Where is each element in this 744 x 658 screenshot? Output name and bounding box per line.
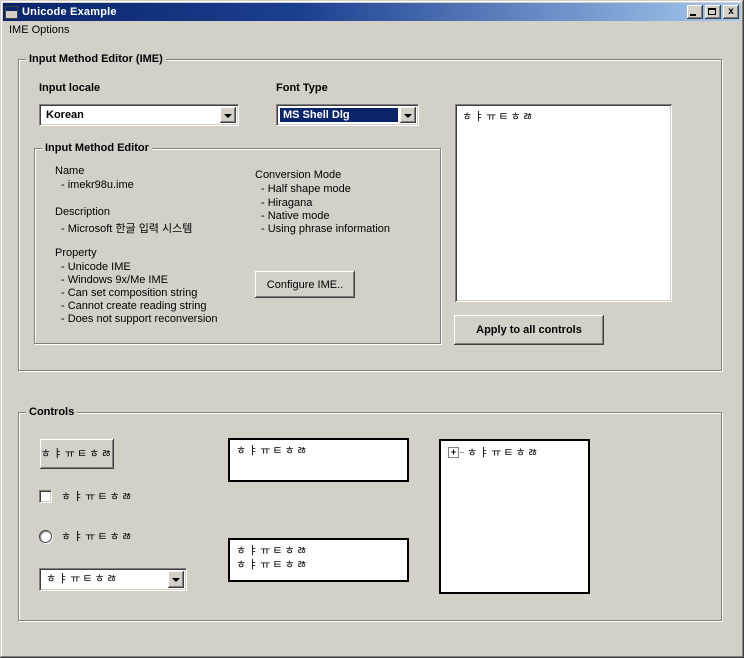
- sample-edit-single[interactable]: ㅎㅑㅠㅌㅎㅀ: [228, 438, 409, 482]
- property-item: - Can set composition string: [61, 287, 197, 299]
- conversion-mode-item: - Hiragana: [261, 197, 312, 209]
- close-icon: x: [723, 5, 739, 19]
- ime-preview-edit[interactable]: ㅎㅑㅠㅌㅎㅀ: [455, 104, 672, 302]
- chevron-down-icon: [404, 114, 412, 118]
- controls-groupbox: Controls ㅎㅑㅠㅌㅎㅀ ㅎㅑㅠㅌㅎㅀ ㅎㅑㅠㅌㅎㅀ ㅎㅑㅠㅌㅎㅀ ㅎㅑㅠ…: [18, 412, 722, 621]
- titlebar-buttons: x: [685, 5, 739, 19]
- title-bar[interactable]: Unicode Example x: [3, 3, 741, 21]
- sample-korean-button-label: ㅎㅑㅠㅌㅎㅀ: [41, 447, 114, 461]
- font-type-combobox[interactable]: MS Shell Dlg: [276, 104, 419, 126]
- description-label: Description: [55, 206, 110, 218]
- input-locale-label: Input locale: [39, 82, 100, 94]
- conversion-mode-item: - Half shape mode: [261, 183, 351, 195]
- font-type-value: MS Shell Dlg: [280, 108, 398, 122]
- tree-expand-icon[interactable]: +: [448, 447, 459, 458]
- sample-checkbox-label: ㅎㅑㅠㅌㅎㅀ: [61, 490, 134, 504]
- sample-combobox-dropdown-button[interactable]: [168, 571, 184, 588]
- conversion-mode-label: Conversion Mode: [255, 169, 341, 181]
- chevron-down-icon: [224, 114, 232, 118]
- name-label: Name: [55, 165, 84, 177]
- controls-groupbox-title: Controls: [26, 406, 77, 418]
- maximize-icon: [708, 8, 716, 15]
- input-locale-dropdown-button[interactable]: [220, 107, 236, 123]
- conversion-mode-item: - Native mode: [261, 210, 329, 222]
- app-window: Unicode Example x IME Options Input Meth…: [0, 0, 744, 658]
- tree-connector: [460, 452, 464, 453]
- sample-edit-multi-line: ㅎㅑㅠㅌㅎㅀ: [236, 544, 401, 558]
- sample-checkbox[interactable]: [39, 490, 52, 503]
- close-button[interactable]: x: [723, 5, 739, 19]
- property-item: - Does not support reconversion: [61, 313, 218, 325]
- conversion-mode-item: - Using phrase information: [261, 223, 390, 235]
- font-type-dropdown-button[interactable]: [400, 107, 416, 123]
- property-label: Property: [55, 247, 97, 259]
- sample-radio-label: ㅎㅑㅠㅌㅎㅀ: [61, 530, 134, 544]
- sample-combobox-value: ㅎㅑㅠㅌㅎㅀ: [43, 572, 166, 587]
- ime-groupbox: Input Method Editor (IME) Input locale K…: [18, 59, 722, 371]
- ime-info-groupbox: Input Method Editor Name - imekr98u.ime …: [34, 148, 441, 344]
- property-item: - Unicode IME: [61, 261, 131, 273]
- apply-to-all-controls-button[interactable]: Apply to all controls: [454, 315, 604, 345]
- sample-radio[interactable]: [39, 530, 52, 543]
- configure-ime-button[interactable]: Configure IME..: [255, 271, 355, 298]
- ime-groupbox-title: Input Method Editor (IME): [26, 53, 166, 65]
- window-icon: [5, 6, 18, 19]
- minimize-button[interactable]: [687, 5, 703, 19]
- description-value: - Microsoft 한글 입력 시스템: [61, 220, 192, 236]
- ime-preview-text: ㅎㅑㅠㅌㅎㅀ: [462, 111, 535, 123]
- menu-ime-options[interactable]: IME Options: [3, 23, 76, 37]
- property-item: - Windows 9x/Me IME: [61, 274, 168, 286]
- chevron-down-icon: [172, 578, 180, 582]
- property-item: - Cannot create reading string: [61, 300, 207, 312]
- sample-treeview[interactable]: + ㅎㅑㅠㅌㅎㅀ: [439, 439, 590, 594]
- ime-info-groupbox-title: Input Method Editor: [42, 142, 152, 154]
- sample-korean-button[interactable]: ㅎㅑㅠㅌㅎㅀ: [40, 439, 114, 469]
- sample-edit-multi[interactable]: ㅎㅑㅠㅌㅎㅀ ㅎㅑㅠㅌㅎㅀ: [228, 538, 409, 582]
- window-title: Unicode Example: [22, 6, 117, 18]
- tree-item-label: ㅎㅑㅠㅌㅎㅀ: [467, 446, 540, 460]
- input-locale-combobox[interactable]: Korean: [39, 104, 239, 126]
- font-type-label: Font Type: [276, 82, 328, 94]
- name-value: - imekr98u.ime: [61, 179, 134, 191]
- sample-edit-multi-line: ㅎㅑㅠㅌㅎㅀ: [236, 558, 401, 572]
- sample-edit-single-text: ㅎㅑㅠㅌㅎㅀ: [236, 445, 309, 457]
- menu-bar: IME Options: [3, 21, 741, 38]
- minimize-icon: [690, 14, 696, 16]
- input-locale-value: Korean: [43, 108, 218, 122]
- sample-combobox[interactable]: ㅎㅑㅠㅌㅎㅀ: [39, 568, 187, 591]
- maximize-button[interactable]: [705, 5, 721, 19]
